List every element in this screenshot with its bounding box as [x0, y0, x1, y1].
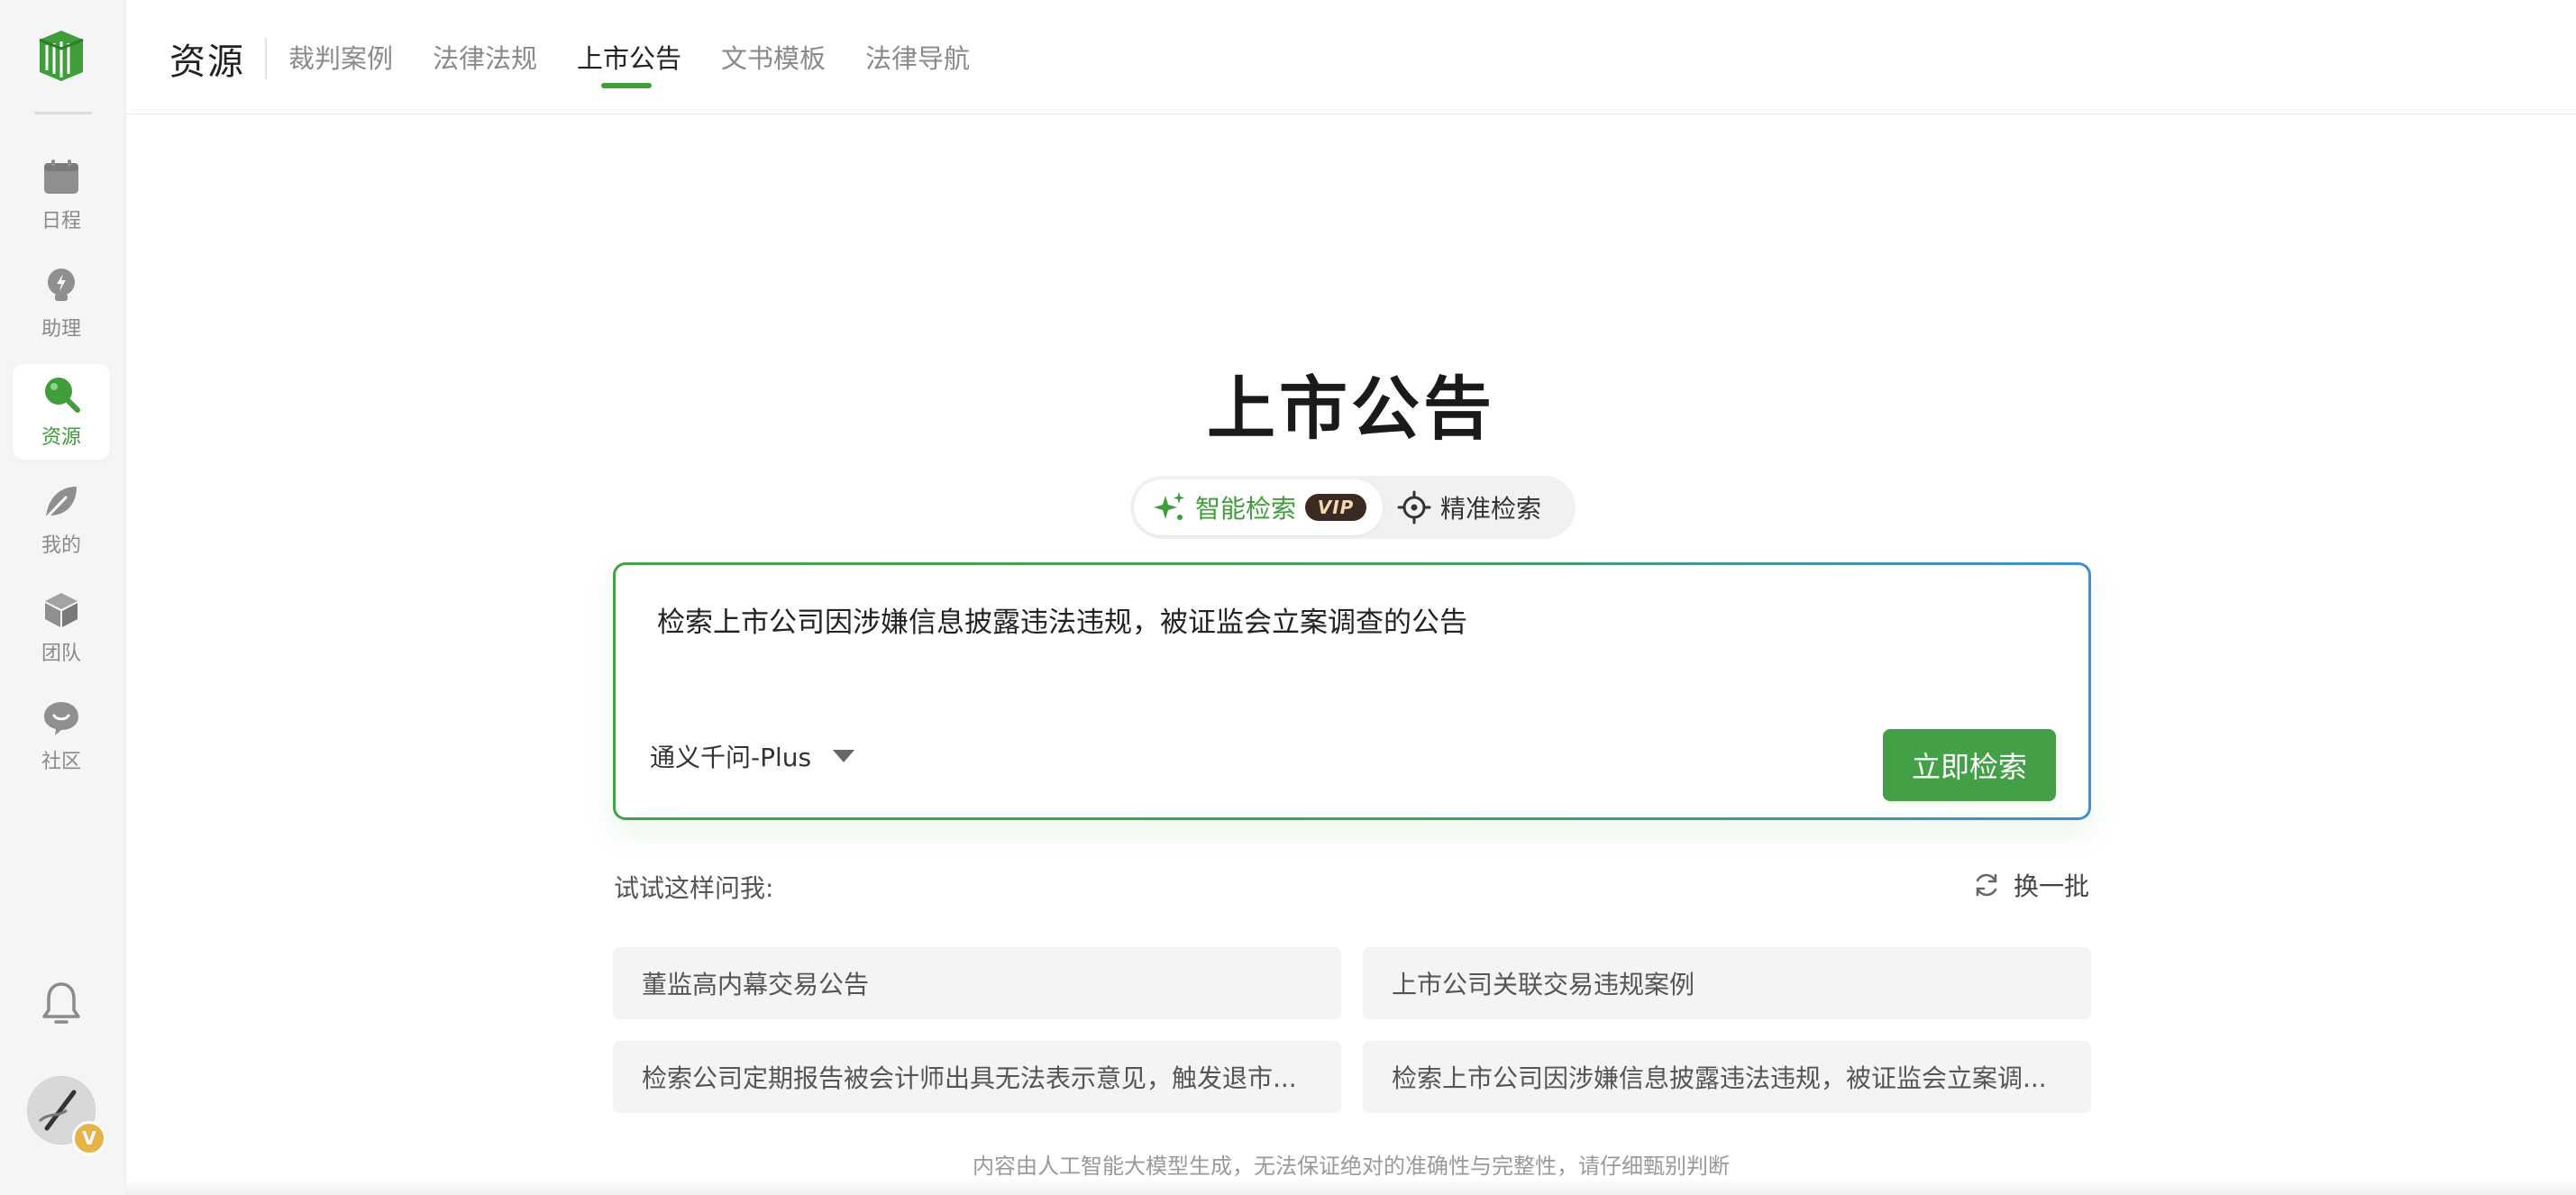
calendar-icon	[41, 158, 81, 197]
cube-icon	[41, 590, 81, 630]
search-now-button[interactable]: 立即检索	[1883, 729, 2056, 801]
sidebar-item-schedule[interactable]: 日程	[13, 148, 110, 243]
refresh-suggestions-button[interactable]: 换一批	[1972, 867, 2089, 903]
model-select-value: 通义千问-Plus	[650, 743, 812, 772]
header-divider	[265, 38, 267, 79]
suggestion-text: 检索公司定期报告被会计师出具无法表示意见，触发退市...	[642, 1063, 1297, 1093]
sparkle-icon	[1152, 490, 1186, 525]
search-box: 检索上市公司因涉嫌信息披露违法违规，被证监会立案调查的公告 通义千问-Plus …	[613, 562, 2091, 820]
suggestion-item[interactable]: 检索公司定期报告被会计师出具无法表示意见，触发退市...	[613, 1041, 1341, 1113]
precise-search-toggle[interactable]: 精准检索	[1397, 479, 1541, 535]
sidebar-item-team[interactable]: 团队	[13, 580, 110, 676]
ai-disclaimer: 内容由人工智能大模型生成，无法保证绝对的准确性与完整性，请仔细甄别判断	[973, 1154, 1730, 1179]
sidebar-item-assistant[interactable]: 助理	[13, 256, 110, 351]
smart-search-toggle[interactable]: 智能检索 VIP	[1134, 479, 1383, 535]
active-tab-indicator	[601, 83, 652, 88]
app-root: 日程 助理 资源 我的 团队 社区 V 资源 裁判案例 法律法规 上市公告 文书…	[0, 0, 2576, 1195]
crosshair-icon	[1397, 490, 1431, 525]
page-section-title: 资源	[169, 41, 245, 83]
sidebar-item-label: 我的	[41, 534, 81, 557]
search-input[interactable]: 检索上市公司因涉嫌信息披露违法违规，被证监会立案调查的公告	[657, 599, 2009, 640]
sidebar-item-label: 助理	[41, 318, 81, 341]
suggestion-text: 董监高内幕交易公告	[642, 970, 870, 999]
sidebar-item-label: 团队	[41, 643, 81, 665]
caret-down-icon	[833, 750, 855, 762]
model-select[interactable]: 通义千问-Plus	[650, 738, 855, 774]
bell-icon[interactable]	[40, 981, 83, 1027]
sidebar-item-label: 社区	[41, 751, 81, 773]
tab-judgment-cases[interactable]: 裁判案例	[288, 38, 393, 76]
app-logo[interactable]	[34, 27, 88, 85]
refresh-icon	[1972, 871, 2001, 899]
sidebar-item-community[interactable]: 社区	[13, 689, 110, 784]
search-box-inner: 检索上市公司因涉嫌信息披露违法违规，被证监会立案调查的公告 通义千问-Plus …	[616, 565, 2088, 817]
page-title: 上市公告	[1207, 369, 1495, 449]
sidebar-item-mine[interactable]: 我的	[13, 472, 110, 568]
tab-document-templates[interactable]: 文书模板	[721, 38, 826, 76]
sidebar-item-label: 日程	[41, 210, 81, 233]
suggestions-label: 试试这样问我:	[614, 873, 774, 903]
suggestion-item[interactable]: 检索上市公司因涉嫌信息披露违法违规，被证监会立案调...	[1363, 1041, 2091, 1113]
smart-search-label: 智能检索	[1195, 494, 1297, 524]
tab-legal-navigation[interactable]: 法律导航	[865, 38, 970, 76]
sidebar-divider	[34, 112, 92, 114]
top-header: 资源 裁判案例 法律法规 上市公告 文书模板 法律导航	[126, 0, 2576, 114]
suggestion-text: 上市公司关联交易违规案例	[1392, 970, 1695, 999]
bottom-shadow	[126, 1177, 2576, 1195]
suggestion-item[interactable]: 董监高内幕交易公告	[613, 947, 1341, 1019]
vip-badge: V	[72, 1121, 106, 1155]
vip-tag: VIP	[1305, 494, 1367, 521]
tab-listed-announcements[interactable]: 上市公告	[577, 38, 681, 76]
lightbulb-icon	[41, 266, 81, 306]
suggestion-item[interactable]: 上市公司关联交易违规案例	[1363, 947, 2091, 1019]
refresh-label: 换一批	[2014, 871, 2090, 901]
leaf-icon	[41, 482, 81, 522]
suggestion-text: 检索上市公司因涉嫌信息披露违法违规，被证监会立案调...	[1392, 1063, 2047, 1093]
precise-search-label: 精准检索	[1440, 494, 1542, 524]
search-mode-switch: 智能检索 VIP 精准检索	[1130, 476, 1576, 539]
sidebar: 日程 助理 资源 我的 团队 社区 V	[0, 0, 126, 1195]
tab-laws-regulations[interactable]: 法律法规	[433, 38, 537, 76]
chat-bubble-icon	[41, 698, 81, 738]
